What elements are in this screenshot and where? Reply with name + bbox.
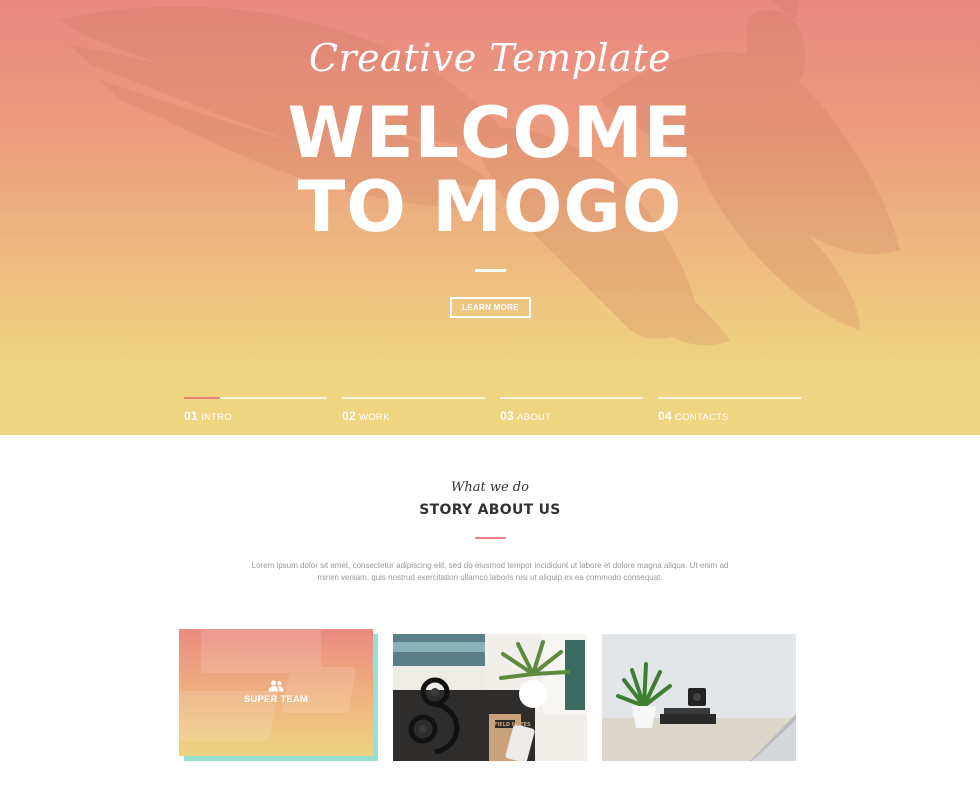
section-title: STORY ABOUT US <box>419 502 561 518</box>
slider-item-number: 01 <box>184 409 198 423</box>
hero-subtitle: Creative Template <box>308 36 672 80</box>
slider-item-work[interactable]: 02 WORK <box>342 397 485 423</box>
workspace-photo-card[interactable]: FIELD NOTES <box>393 634 587 761</box>
section-kicker: What we do <box>451 480 529 495</box>
slider-item-about[interactable]: 03 ABOUT <box>500 397 643 423</box>
hero-title: WELCOME TO MOGO <box>0 96 980 244</box>
super-team-label: SUPER TEAM <box>243 694 309 705</box>
desk-photo <box>602 634 796 761</box>
hero-section: Creative Template WELCOME TO MOGO LEARN … <box>0 0 980 435</box>
section-text: Lorem ipsum dolor sit amet, consectetur … <box>251 561 729 582</box>
super-team-card[interactable]: SUPER TEAM <box>179 629 373 756</box>
workspace-photo: FIELD NOTES <box>393 634 587 761</box>
slider-item-number: 03 <box>500 409 514 423</box>
desk-photo-card[interactable] <box>602 634 796 761</box>
slider-line <box>184 397 327 399</box>
hero-title-line2: TO MOGO <box>297 166 683 248</box>
slider-active-bar <box>184 397 220 399</box>
slider-item-label: WORK <box>358 412 390 423</box>
slider-item-contacts[interactable]: 04 CONTACTS <box>658 397 801 423</box>
slider-item-intro[interactable]: 01 INTRO <box>184 397 327 423</box>
notebook-text: FIELD NOTES <box>494 722 531 728</box>
slider-item-number: 02 <box>342 409 356 423</box>
team-icon <box>268 680 284 692</box>
slider-item-label: ABOUT <box>516 412 552 423</box>
slider-item-number: 04 <box>658 409 672 423</box>
hero-title-line1: WELCOME <box>287 92 693 174</box>
learn-more-button[interactable]: LEARN MORE <box>450 297 531 318</box>
hero-divider <box>475 269 506 272</box>
slider-line <box>342 397 485 399</box>
section-divider <box>475 537 506 539</box>
slider-nav: 01 INTRO 02 WORK 03 ABOUT 04 CONTACTS <box>184 397 804 427</box>
slider-line <box>658 397 801 399</box>
slider-item-label: INTRO <box>200 412 233 423</box>
slider-line <box>500 397 643 399</box>
slider-item-label: CONTACTS <box>674 412 729 423</box>
